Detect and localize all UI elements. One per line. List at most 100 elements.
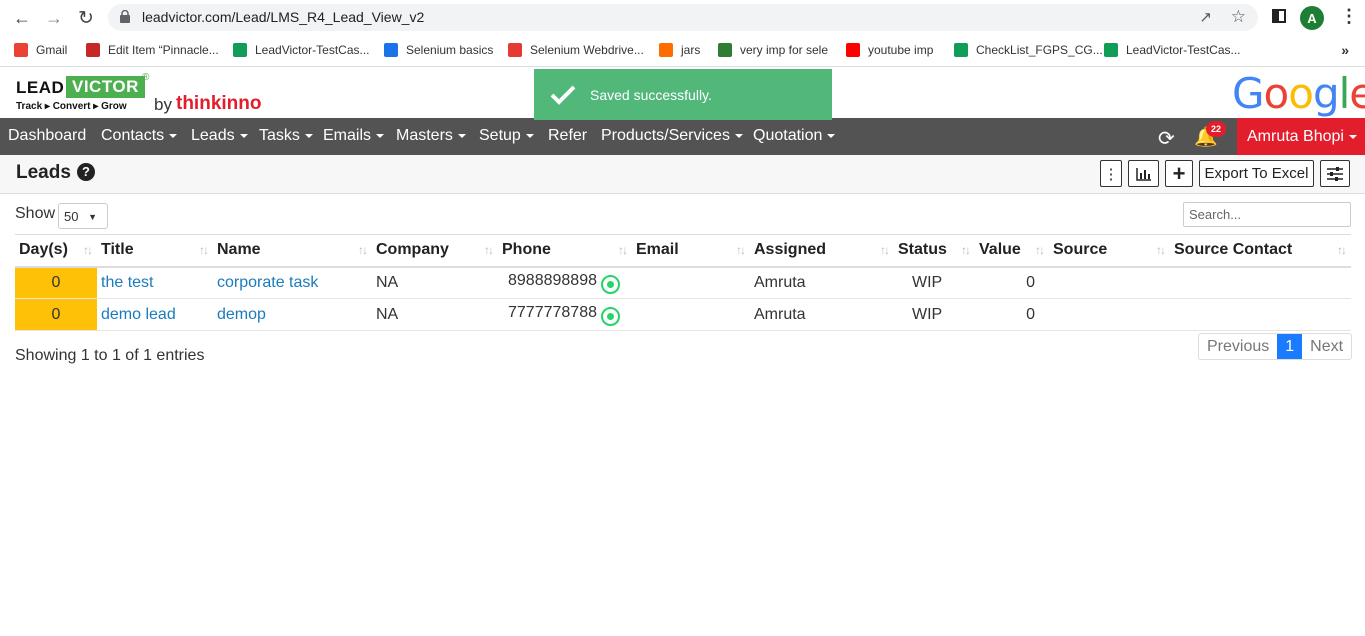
bookmark-star-icon[interactable]: ☆ — [1231, 7, 1246, 27]
nav-item-quotation[interactable]: Quotation — [753, 127, 836, 145]
side-panel-icon[interactable] — [1272, 9, 1286, 23]
bookmark-label: Selenium basics — [406, 43, 494, 57]
whatsapp-icon[interactable] — [600, 274, 620, 294]
bookmark-label: CheckList_FGPS_CG... — [976, 43, 1103, 57]
column-header[interactable]: Source Contact ↑↓ — [1170, 234, 1351, 268]
url-text: leadvictor.com/Lead/LMS_R4_Lead_View_v2 — [142, 9, 425, 25]
share-icon[interactable]: ↗ — [1199, 8, 1212, 26]
logo-by: by — [154, 95, 172, 114]
leadvictor-logo[interactable]: LEAD VICTOR ® Track ▸ Convert ▸ Grow by … — [16, 72, 266, 116]
sort-icon: ↑↓ — [880, 243, 890, 257]
bookmark-label: youtube imp — [868, 43, 934, 57]
sliders-icon — [1327, 166, 1343, 181]
cell-title[interactable]: demo lead — [97, 298, 213, 331]
refresh-icon[interactable]: ⟳ — [1158, 126, 1175, 151]
sort-icon: ↑↓ — [961, 243, 971, 257]
address-bar[interactable]: leadvictor.com/Lead/LMS_R4_Lead_View_v2 … — [108, 4, 1258, 31]
help-icon[interactable]: ? — [76, 162, 95, 181]
cell-value: 0 — [975, 266, 1049, 299]
export-excel-button[interactable]: Export To Excel — [1199, 160, 1314, 187]
nav-item-setup[interactable]: Setup — [479, 127, 534, 145]
bar-chart-icon — [1135, 167, 1151, 181]
cell-name[interactable]: corporate task — [213, 266, 372, 299]
column-header[interactable]: Day(s) ↑↓ — [15, 234, 97, 268]
bookmark-label: LeadVictor-TestCas... — [1126, 43, 1241, 57]
logo-lead: LEAD — [16, 78, 65, 97]
column-header[interactable]: Phone ↑↓ — [498, 234, 632, 268]
back-arrow-icon[interactable]: ← — [10, 6, 34, 30]
nav-item-masters[interactable]: Masters — [396, 127, 466, 145]
column-header[interactable]: Email ↑↓ — [632, 234, 750, 268]
bookmark-label: Gmail — [36, 43, 68, 57]
cell-title[interactable]: the test — [97, 266, 213, 299]
column-header[interactable]: Source ↑↓ — [1049, 234, 1170, 268]
page-size-select[interactable]: 50 ▼ — [58, 203, 108, 229]
cell-phone: 7777778788 — [498, 298, 632, 331]
cell-company: NA — [372, 298, 498, 331]
bookmark-item[interactable]: Selenium Webdrive... — [508, 43, 644, 57]
cell-name[interactable]: demop — [213, 298, 372, 331]
browser-menu-icon[interactable]: ⋮ — [1340, 6, 1358, 27]
bookmark-item[interactable]: Gmail — [14, 43, 67, 57]
caret-down-icon — [169, 133, 178, 138]
bookmark-item[interactable]: very imp for sele — [718, 43, 828, 57]
bookmark-item[interactable]: jars — [659, 43, 700, 57]
next-page-button[interactable]: Next — [1302, 334, 1351, 359]
filter-settings-button[interactable] — [1320, 160, 1350, 187]
column-header[interactable]: Company ↑↓ — [372, 234, 498, 268]
profile-avatar[interactable]: A — [1300, 6, 1324, 30]
main-navbar: ⟳ 🔔 22 Amruta Bhopi Dashboard Contacts Lea… — [0, 118, 1365, 155]
bookmark-item[interactable]: LeadVictor-TestCas... — [1104, 43, 1241, 57]
bookmark-item[interactable]: Edit Item “Pinnacle... — [86, 43, 219, 57]
reload-icon[interactable]: ↻ — [74, 6, 98, 30]
bookmark-item[interactable]: Selenium basics — [384, 43, 493, 57]
cell-email — [632, 266, 750, 299]
nav-item-leads[interactable]: Leads — [191, 127, 248, 145]
page-title: Leads? — [16, 162, 95, 184]
search-input[interactable] — [1183, 202, 1351, 227]
column-header[interactable]: Value ↑↓ — [975, 234, 1049, 268]
bookmark-item[interactable]: CheckList_FGPS_CG... — [954, 43, 1103, 57]
logo-tagline: Track ▸ Convert ▸ Grow — [16, 101, 127, 112]
column-header[interactable]: Status ↑↓ — [894, 234, 975, 268]
cell-days: 0 — [15, 266, 97, 299]
nav-item-tasks[interactable]: Tasks — [259, 127, 313, 145]
caret-down-icon — [304, 133, 313, 138]
entries-info: Showing 1 to 1 of 1 entries — [15, 347, 205, 364]
nav-item-refer[interactable]: Refer — [548, 127, 587, 145]
nav-item-emails[interactable]: Emails — [323, 127, 385, 145]
whatsapp-icon[interactable] — [600, 306, 620, 326]
bookmarks-overflow-icon[interactable]: » — [1341, 42, 1349, 58]
column-header[interactable]: Title ↑↓ — [97, 234, 213, 268]
more-options-button[interactable]: ⋮ — [1100, 160, 1122, 187]
selenium-icon — [384, 43, 398, 57]
chart-button[interactable] — [1128, 160, 1159, 187]
gmail-icon — [14, 43, 28, 57]
sort-icon: ↑↓ — [83, 243, 93, 257]
user-menu-button[interactable]: Amruta Bhopi — [1237, 118, 1365, 155]
leads-table: Day(s) ↑↓ Title ↑↓ Name ↑↓ Company ↑↓ Phone ↑↓ Ema… — [15, 234, 1351, 331]
column-header[interactable]: Name ↑↓ — [213, 234, 372, 268]
cell-status: WIP — [894, 266, 975, 299]
sort-icon: ↑↓ — [1337, 243, 1347, 257]
page-1-button[interactable]: 1 — [1277, 334, 1303, 359]
cell-source-contact — [1170, 266, 1351, 299]
table-row: 0 demo lead demop NA 7777778788 Amruta WIP 0 — [15, 298, 1351, 331]
bookmark-item[interactable]: youtube imp — [846, 43, 933, 57]
caret-down-icon — [827, 133, 836, 138]
previous-page-button[interactable]: Previous — [1199, 334, 1277, 359]
bookmark-item[interactable]: LeadVictor-TestCas... — [233, 43, 370, 57]
nav-item-contacts[interactable]: Contacts — [101, 127, 178, 145]
add-lead-button[interactable]: + — [1165, 160, 1193, 187]
caret-down-icon — [525, 133, 534, 138]
logo-victor: VICTOR — [66, 76, 145, 98]
column-header[interactable]: Assigned ↑↓ — [750, 234, 894, 268]
nav-item-dashboard[interactable]: Dashboard — [8, 127, 86, 145]
forward-arrow-icon[interactable]: → — [42, 6, 66, 30]
select-arrow-icon: ▼ — [88, 212, 97, 222]
nav-item-products-services[interactable]: Products/Services — [601, 127, 743, 145]
bookmarks-bar: Gmail Edit Item “Pinnacle... LeadVictor-Te… — [0, 35, 1365, 67]
pagination: Previous 1 Next — [1198, 333, 1353, 360]
caret-down-icon — [239, 133, 248, 138]
sheets-icon — [1104, 43, 1118, 57]
